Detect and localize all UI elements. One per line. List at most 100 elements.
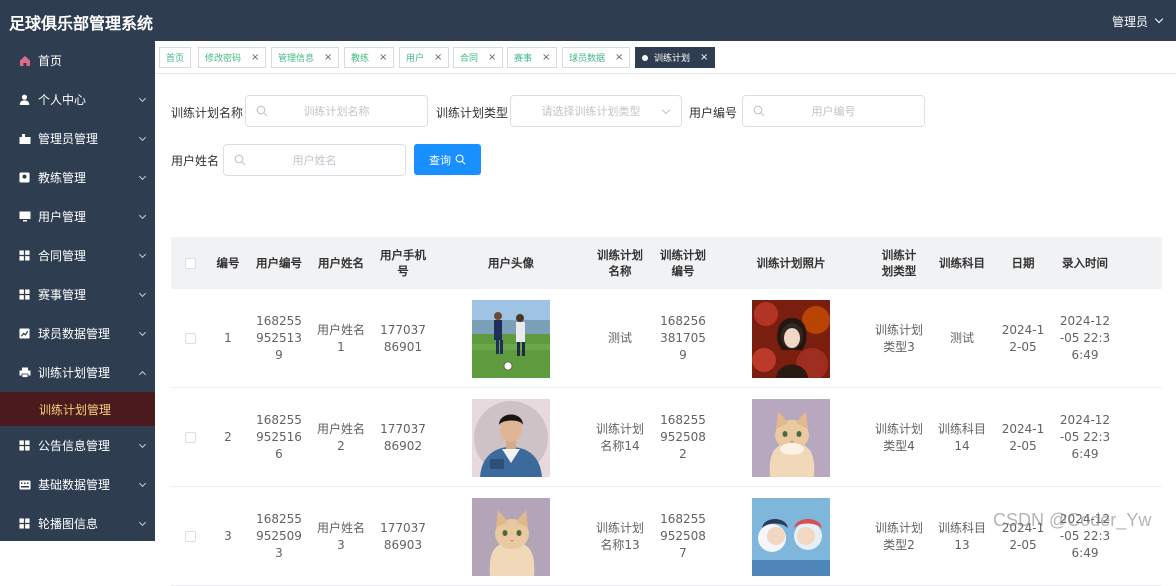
cell-id: 3 xyxy=(224,529,232,543)
cell-plan-type: 训练计划类型4 xyxy=(875,421,924,453)
query-button[interactable]: 查询 xyxy=(414,144,481,175)
row-checkbox-cell[interactable] xyxy=(171,487,209,586)
close-icon[interactable]: × xyxy=(251,52,259,63)
cell-avatar[interactable] xyxy=(435,487,587,586)
plan-type-label: 训练计划类型 xyxy=(436,106,509,120)
open-tabs-bar: 首页 修改密码 × 管理信息 × 教练 × 用户 × 合同 × 赛事 × 球员数据 × 训练计… xyxy=(155,41,1176,74)
sidebar-item-label: 管理员管理 xyxy=(38,132,99,146)
top-bar: 足球俱乐部管理系统 管理员 xyxy=(0,0,1176,41)
sidebar-item-label: 基础数据管理 xyxy=(38,478,111,492)
row-checkbox-cell[interactable] xyxy=(171,289,209,388)
cell-plan-photo[interactable] xyxy=(717,487,865,586)
user-no-label: 用户编号 xyxy=(689,106,738,120)
sidebar-item-carousel[interactable]: 轮播图信息 xyxy=(0,504,155,541)
cell-user-no: 1682559525139 xyxy=(256,314,302,362)
sidebar-item-base-data[interactable]: 基础数据管理 xyxy=(0,465,155,504)
avatar-cat-image[interactable] xyxy=(472,497,550,576)
plan-photo-cat-image[interactable] xyxy=(752,398,830,477)
tab-training-plan[interactable]: 训练计划 × xyxy=(635,47,716,68)
plan-photo-woman-image[interactable] xyxy=(752,299,830,378)
tab-coach[interactable]: 教练 × xyxy=(344,47,395,68)
header-cell: 编号 xyxy=(216,256,240,270)
user-no-input[interactable]: 用户编号 xyxy=(742,95,925,127)
user-name-input[interactable]: 用户姓名 xyxy=(223,144,406,176)
plan-type-select[interactable]: 请选择训练计划类型 xyxy=(510,95,682,127)
tab-label: 管理信息 xyxy=(278,54,315,64)
cell-user-name: 用户姓名2 xyxy=(316,421,365,453)
cell-created: 2024-12-05 22:36:49 xyxy=(1059,413,1111,461)
tab-match[interactable]: 赛事 × xyxy=(507,47,558,68)
cell-plan-photo[interactable] xyxy=(717,289,865,388)
monitor-icon xyxy=(18,210,31,223)
tab-change-password[interactable]: 修改密码 × xyxy=(198,47,267,68)
chevron-down-icon xyxy=(138,133,147,142)
header-cell: 日期 xyxy=(1011,256,1035,270)
sidebar-item-matches[interactable]: 赛事管理 xyxy=(0,275,155,314)
cell-date: 2024-12-05 xyxy=(1001,421,1045,453)
close-icon[interactable]: × xyxy=(379,52,387,63)
sidebar-item-users[interactable]: 用户管理 xyxy=(0,197,155,236)
sidebar-item-contracts[interactable]: 合同管理 xyxy=(0,236,155,275)
header-cell: 录入时间 xyxy=(1062,256,1108,270)
sidebar-item-coaches[interactable]: 教练管理 xyxy=(0,158,155,197)
chevron-down-icon xyxy=(138,518,147,527)
tab-admin-info[interactable]: 管理信息 × xyxy=(271,47,340,68)
sidebar-item-training[interactable]: 训练计划管理 xyxy=(0,353,155,392)
tab-contract[interactable]: 合同 × xyxy=(453,47,504,68)
checkbox[interactable] xyxy=(184,531,196,542)
plan-photo-anime-image[interactable] xyxy=(752,497,830,576)
tab-player-data[interactable]: 球员数据 × xyxy=(562,47,631,68)
header-cell: 用户姓名 xyxy=(318,256,364,270)
app-title: 足球俱乐部管理系统 xyxy=(9,14,154,33)
avatar-man-portrait-image[interactable] xyxy=(472,398,550,477)
close-icon[interactable]: × xyxy=(324,52,332,63)
tab-label: 教练 xyxy=(351,54,370,64)
close-icon[interactable]: × xyxy=(434,52,442,63)
sidebar-item-notices[interactable]: 公告信息管理 xyxy=(0,426,155,465)
cell-plan-name: 训练计划名称13 xyxy=(595,520,644,552)
header-select-all[interactable] xyxy=(171,237,209,289)
header-cell: 训练计划照片 xyxy=(756,256,826,270)
sidebar-item-home[interactable]: 首页 xyxy=(0,41,155,80)
tab-label: 赛事 xyxy=(514,54,533,64)
tab-user[interactable]: 用户 × xyxy=(399,47,450,68)
cell-id: 1 xyxy=(224,331,232,345)
plan-type-placeholder: 请选择训练计划类型 xyxy=(541,105,641,118)
cell-avatar[interactable] xyxy=(435,289,587,388)
cell-avatar[interactable] xyxy=(435,388,587,487)
checkbox[interactable] xyxy=(184,333,196,344)
cell-subject: 训练科目14 xyxy=(937,421,986,453)
tab-home[interactable]: 首页 xyxy=(159,47,192,68)
avatar-soccer-image[interactable] xyxy=(472,299,550,378)
cell-plan-photo[interactable] xyxy=(717,388,865,487)
close-icon[interactable]: × xyxy=(615,52,623,63)
table-row[interactable]: 3 1682559525093 用户姓名3 17703786903 训练计划名称… xyxy=(171,487,1162,586)
checkbox[interactable] xyxy=(184,432,196,443)
close-icon[interactable]: × xyxy=(488,52,496,63)
cell-phone: 17703786903 xyxy=(380,520,426,552)
tab-label: 首页 xyxy=(166,54,185,64)
checkbox[interactable] xyxy=(184,257,196,269)
admin-icon xyxy=(18,132,31,145)
grid-icon xyxy=(18,517,31,530)
table-row[interactable]: 1 1682559525139 用户姓名1 17703786901 测试 168… xyxy=(171,289,1162,388)
plan-name-input[interactable]: 训练计划名称 xyxy=(245,95,428,127)
table-row[interactable]: 2 1682559525166 用户姓名2 17703786902 训练计划名称… xyxy=(171,388,1162,487)
sidebar-item-profile[interactable]: 个人中心 xyxy=(0,80,155,119)
cell-phone: 17703786902 xyxy=(380,421,426,453)
cell-phone: 17703786901 xyxy=(380,322,426,354)
sidebar-item-admins[interactable]: 管理员管理 xyxy=(0,119,155,158)
plan-name-label: 训练计划名称 xyxy=(171,106,244,120)
close-icon[interactable]: × xyxy=(542,52,550,63)
chevron-down-icon xyxy=(138,440,147,449)
row-checkbox-cell[interactable] xyxy=(171,388,209,487)
active-dot-icon xyxy=(642,54,648,61)
sidebar-item-player-data[interactable]: 球员数据管理 xyxy=(0,314,155,353)
sidebar-subitem-training-plan[interactable]: 训练计划管理 xyxy=(0,392,155,426)
chevron-down-icon xyxy=(138,479,147,488)
search-icon xyxy=(256,105,268,117)
close-icon[interactable]: × xyxy=(700,52,708,63)
grid-icon xyxy=(18,439,31,452)
user-menu[interactable]: 管理员 xyxy=(1112,13,1148,30)
sidebar: 首页 个人中心 管理员管理 教练管理 用户管理 合同管理 赛事管理 球员数据管理… xyxy=(0,41,155,541)
